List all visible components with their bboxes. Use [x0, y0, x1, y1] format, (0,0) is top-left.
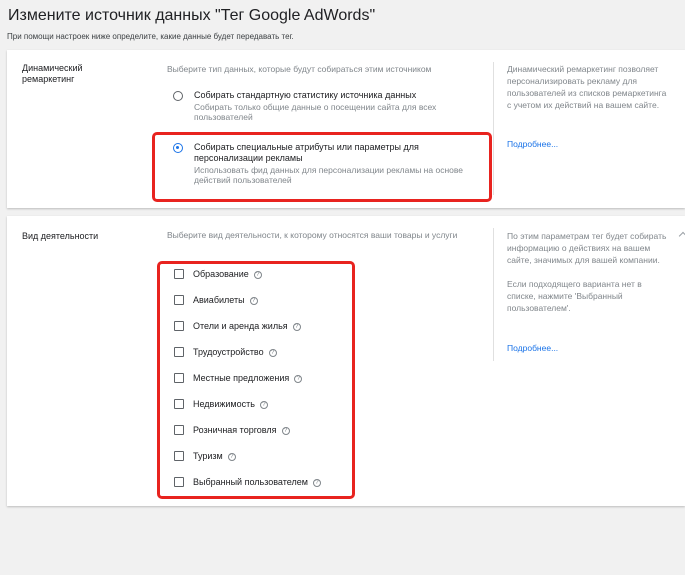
remarketing-label: Динамический ремаркетинг — [22, 63, 83, 84]
activity-description: Выберите вид деятельности, к которому от… — [167, 230, 458, 240]
activity-help-text-2: Если подходящего варианта нет в списке, … — [507, 279, 642, 313]
remarketing-learn-more-link[interactable]: Подробнее... — [507, 139, 558, 149]
highlight-frame — [152, 132, 492, 202]
activity-help: По этим параметрам тег будет собирать ин… — [507, 230, 667, 326]
divider — [493, 228, 494, 361]
remarketing-card: Динамический ремаркетинг Выберите тип да… — [7, 50, 685, 208]
highlight-frame — [157, 261, 355, 499]
divider — [493, 62, 494, 195]
remarketing-description: Выберите тип данных, которые будут собир… — [167, 64, 432, 74]
remarketing-help-text: Динамический ремаркетинг позволяет персо… — [507, 64, 667, 110]
activity-help-text: По этим параметрам тег будет собирать ин… — [507, 231, 667, 265]
chevron-up-icon[interactable] — [678, 231, 685, 241]
activity-learn-more-link[interactable]: Подробнее... — [507, 343, 558, 353]
activity-label: Вид деятельности — [22, 231, 99, 241]
radio-icon[interactable] — [173, 91, 183, 101]
radio-option-subtitle: Собирать только общие данные о посещении… — [194, 102, 437, 122]
page-subtitle: При помощи настроек ниже определите, как… — [7, 32, 294, 41]
remarketing-help: Динамический ремаркетинг позволяет персо… — [507, 63, 667, 123]
activity-card: Вид деятельности Выберите вид деятельнос… — [7, 216, 685, 506]
page-title: Измените источник данных "Тег Google AdW… — [8, 7, 376, 24]
radio-option-title: Собирать стандартную статистику источник… — [194, 90, 417, 100]
